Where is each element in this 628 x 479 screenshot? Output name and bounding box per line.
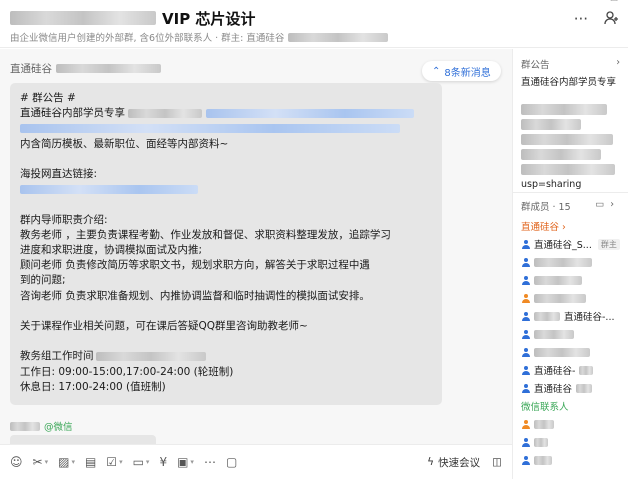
member-item[interactable]: 直通硅谷-... [521, 307, 624, 325]
person-icon [521, 329, 530, 339]
msg-line: 顾问老师 负责修改简历等求职文书，规划求职方向，解答关于求职过程中遇 [20, 259, 370, 272]
person-icon [521, 347, 530, 357]
msg-line [20, 152, 432, 167]
blurred-notice [521, 104, 607, 115]
blurred-group-name [10, 11, 156, 25]
add-member-icon[interactable] [604, 10, 620, 30]
notice-text: 直通硅谷内部学员专享 [521, 77, 617, 88]
person-icon [521, 419, 530, 429]
msg-line: 海投网直达链接: [20, 168, 98, 180]
screenshot-icon[interactable]: ✂ ▾ [33, 455, 49, 469]
live-icon[interactable]: ▣ ▾ [177, 455, 194, 469]
msg-line: # 群公告 # [20, 92, 76, 104]
quick-meeting-button[interactable]: ϟ 快速会议 ◫ [427, 455, 502, 470]
member-list: 直通硅谷 › 直通硅谷_S... 群主 直通硅谷-... 直通硅谷- 直通硅谷 微… [521, 217, 624, 469]
chat-subtitle: 由企业微信用户创建的外部群, 含6位外部联系人 · 群主: 直通硅谷 [10, 33, 285, 44]
blurred-notice [521, 164, 615, 175]
msg-line: 工作日: 09:00-15:00,17:00-24:00 (轮班制) [20, 365, 234, 378]
members-label: 群成员 · 15 [521, 202, 571, 213]
member-item[interactable]: 直通硅谷- [521, 361, 624, 379]
person-icon [521, 455, 530, 465]
blurred-sender-suffix [56, 64, 161, 73]
notice-label: 群公告 [521, 60, 550, 71]
blurred-notice [521, 149, 601, 160]
member-item[interactable] [521, 271, 624, 289]
sidebar-toggle-icon[interactable]: ◫ [492, 456, 502, 468]
msg-line [20, 334, 432, 349]
sender-name: 直通硅谷 [10, 63, 52, 75]
chat-bubble-icon[interactable]: ▢ [226, 455, 237, 469]
person-icon [521, 437, 530, 447]
members-header: 群成员 · 15 ▭› [513, 199, 628, 213]
group-wechat-label[interactable]: 微信联系人 [521, 397, 624, 415]
lightning-icon: ϟ [427, 456, 435, 468]
blurred-notice [521, 134, 613, 145]
member-item[interactable] [521, 451, 624, 469]
chat-header: ─ ☐ VIP 芯片设计 由企业微信用户创建的外部群, 含6位外部联系人 · 群… [0, 0, 628, 48]
msg-line [20, 304, 432, 319]
person-icon [521, 365, 530, 375]
msg-link-line[interactable] [20, 121, 432, 136]
new-messages-button[interactable]: ⌃ 8条新消息 [422, 61, 501, 81]
owner-tag: 群主 [597, 238, 620, 250]
divider [513, 192, 628, 193]
input-toolbar: ☺ ✂ ▾ ▨ ▾ ▤ ☑ ▾ ▭ ▾ ¥ ▣ ▾ ⋯ ▢ ϟ 快速会议 ◫ [0, 444, 512, 479]
double-chevron-up-icon: ⌃ [432, 65, 441, 77]
notice-header[interactable]: 群公告 › [513, 57, 628, 71]
person-icon [521, 311, 530, 321]
message-sender: 直通硅谷 [10, 61, 161, 76]
file-icon[interactable]: ▤ [85, 455, 96, 469]
msg-line: 到的问题; [20, 274, 66, 287]
task-icon[interactable]: ☑ ▾ [106, 455, 122, 469]
msg-line: 关于课程作业相关问题，可在课后答疑QQ群里咨询助教老师~ [20, 320, 308, 332]
msg-line: 教务老师 ，主要负责课程考勤、作业发放和督促、求职资料整理发放，追踪学习 [20, 228, 391, 241]
blurred-owner [288, 32, 389, 42]
member-item[interactable] [521, 325, 624, 343]
member-item[interactable]: 直通硅谷_S... 群主 [521, 235, 624, 253]
member-item[interactable] [521, 253, 624, 271]
members-tools[interactable]: ▭› [595, 199, 620, 213]
msg-line-with-blur: 教务组工作时间 [20, 349, 432, 364]
group-sidebar: 群公告 › 直通硅谷内部学员专享 usp=sharing 群成员 · 15 ▭›… [512, 49, 628, 479]
member-item[interactable] [521, 415, 624, 433]
group-zhitong-label[interactable]: 直通硅谷 › [521, 217, 624, 235]
msg-line [20, 197, 432, 212]
member-item[interactable] [521, 289, 624, 307]
msg-line: 休息日: 17:00-24:00 (值班制) [20, 380, 166, 393]
notice-tail: usp=sharing [521, 179, 582, 190]
quick-meeting-label: 快速会议 [438, 456, 481, 469]
msg-line: 咨询老师 负责求职准备规划、内推协调监督和临时抽调性的模拟面试安排。 [20, 289, 370, 302]
msg-line-with-link: 直通硅谷内部学员专享 [20, 106, 432, 121]
message-bubble[interactable]: # 群公告 # 直通硅谷内部学员专享 内含简历模板、最新职位、面经等内部资料~ … [10, 83, 442, 405]
folder-icon[interactable]: ▭ ▾ [133, 455, 150, 469]
member-item[interactable] [521, 343, 624, 361]
person-icon [521, 383, 530, 393]
person-icon [521, 275, 530, 285]
person-icon [521, 257, 530, 267]
more-icon[interactable]: ··· [574, 10, 588, 30]
person-icon [521, 293, 530, 303]
msg-line: 进度和求职进度，协调模拟面试及内推; [20, 244, 203, 256]
chat-window: ─ ☐ VIP 芯片设计 由企业微信用户创建的外部群, 含6位外部联系人 · 群… [0, 0, 628, 479]
payment-icon[interactable]: ¥ [159, 455, 167, 469]
image-icon[interactable]: ▨ ▾ [58, 455, 75, 469]
wechat-tag: @微信 [44, 422, 73, 433]
blurred-next-sender [10, 421, 40, 431]
chat-title: VIP 芯片设计 [162, 9, 256, 28]
new-messages-label: 8条新消息 [444, 67, 491, 79]
window-controls[interactable]: ─ ☐ [602, 0, 618, 4]
person-icon [521, 239, 530, 249]
more-options-icon[interactable]: ⋯ [204, 455, 216, 469]
message-area[interactable]: 直通硅谷 ⌃ 8条新消息 # 群公告 # 直通硅谷内部学员专享 内含简历模板、最… [0, 49, 512, 445]
msg-line: 群内导师职责介绍: [20, 213, 108, 226]
msg-line: 内含简历模板、最新职位、面经等内部资料~ [20, 137, 229, 150]
member-item[interactable]: 直通硅谷 [521, 379, 624, 397]
emoji-icon[interactable]: ☺ [10, 455, 23, 469]
member-item[interactable] [521, 433, 624, 451]
next-message-sender: @微信 [10, 419, 73, 433]
chevron-right-icon: › [616, 57, 620, 68]
blurred-notice [521, 119, 581, 130]
msg-link-line[interactable] [20, 182, 432, 197]
